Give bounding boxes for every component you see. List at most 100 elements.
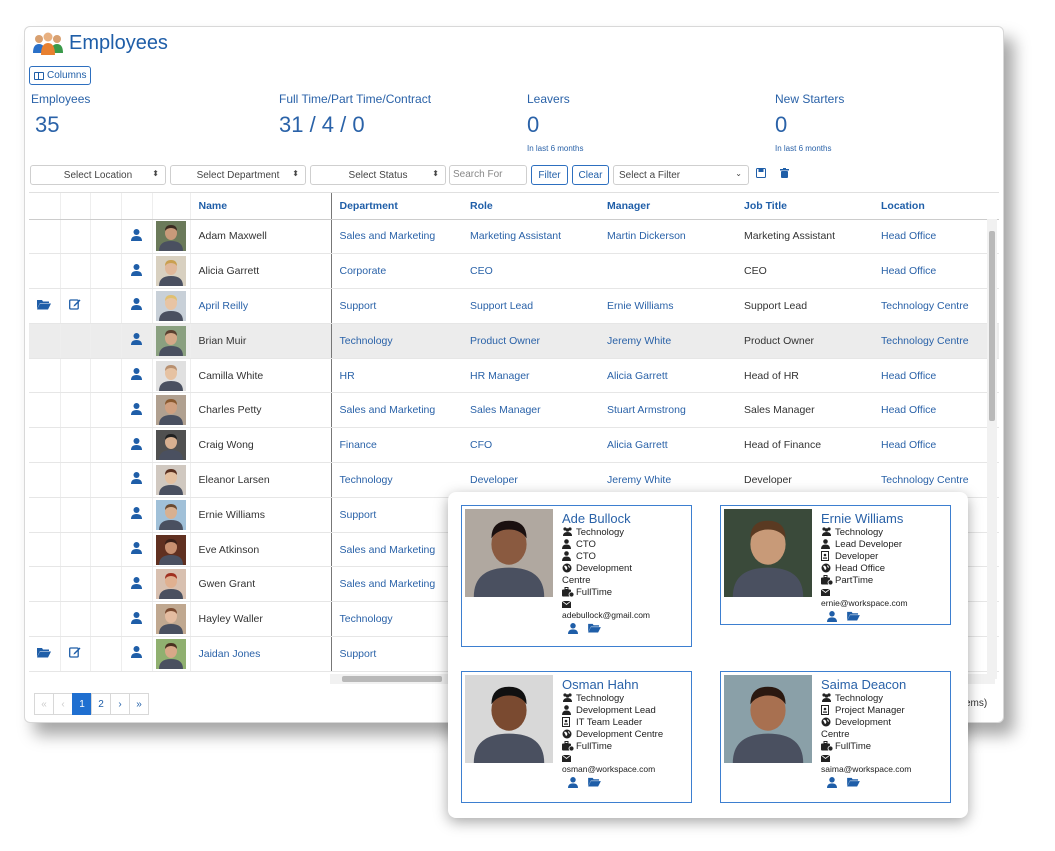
department-link[interactable]: Sales and Marketing bbox=[331, 532, 462, 568]
user-icon[interactable] bbox=[131, 402, 142, 418]
header-name[interactable]: Name bbox=[190, 193, 332, 220]
employee-name[interactable]: Eleanor Larsen bbox=[190, 462, 332, 498]
card-email[interactable]: adebullock@gmail.com bbox=[562, 610, 650, 620]
department-link[interactable]: Sales and Marketing bbox=[331, 219, 462, 255]
columns-button[interactable]: Columns bbox=[29, 66, 92, 85]
card-email[interactable]: saima@workspace.com bbox=[821, 764, 911, 774]
employee-card[interactable]: Ernie Williams Technology Lead Developer De… bbox=[720, 505, 951, 625]
user-icon[interactable] bbox=[568, 623, 578, 637]
scroll-thumb[interactable] bbox=[989, 231, 995, 421]
employee-name[interactable]: Gwen Grant bbox=[190, 566, 332, 603]
role-link[interactable]: CFO bbox=[462, 427, 599, 464]
employee-name[interactable]: Eve Atkinson bbox=[190, 532, 332, 568]
role-link[interactable]: Marketing Assistant bbox=[462, 219, 599, 255]
employee-name[interactable]: Jaidan Jones bbox=[190, 636, 332, 672]
header-job-title[interactable]: Job Title bbox=[736, 193, 873, 220]
employee-name[interactable]: Alicia Garrett bbox=[190, 253, 332, 290]
save-filter-icon[interactable] bbox=[756, 168, 766, 181]
role-link[interactable]: Sales Manager bbox=[462, 392, 599, 429]
role-link[interactable]: CEO bbox=[462, 253, 599, 290]
employee-name[interactable]: Brian Muir bbox=[190, 323, 332, 359]
next-page-button[interactable]: › bbox=[110, 693, 130, 715]
user-icon[interactable] bbox=[131, 507, 142, 522]
department-link[interactable]: Support bbox=[331, 636, 462, 672]
card-name[interactable]: Ernie Williams bbox=[821, 511, 903, 526]
search-input[interactable]: Search For bbox=[449, 165, 527, 185]
edit-icon[interactable] bbox=[69, 647, 81, 661]
manager-link[interactable]: Alicia Garrett bbox=[599, 358, 736, 394]
department-link[interactable]: HR bbox=[331, 358, 462, 394]
department-select[interactable]: Select Department ⬍ bbox=[170, 165, 306, 185]
role-link[interactable]: Support Lead bbox=[462, 288, 599, 324]
manager-link[interactable]: Ernie Williams bbox=[599, 288, 736, 324]
folder-open-icon[interactable] bbox=[588, 623, 601, 637]
header-manager[interactable]: Manager bbox=[599, 193, 736, 220]
role-link[interactable]: Product Owner bbox=[462, 323, 599, 359]
location-link[interactable]: Head Office bbox=[873, 219, 999, 255]
user-icon[interactable] bbox=[131, 298, 142, 313]
folder-open-icon[interactable] bbox=[847, 777, 860, 791]
folder-open-icon[interactable] bbox=[37, 299, 52, 313]
role-link[interactable]: HR Manager bbox=[462, 358, 599, 394]
clear-button[interactable]: Clear bbox=[572, 165, 609, 185]
filter-button[interactable]: Filter bbox=[531, 165, 568, 185]
user-icon[interactable] bbox=[131, 263, 142, 279]
manager-link[interactable]: Stuart Armstrong bbox=[599, 392, 736, 429]
status-select[interactable]: Select Status ⬍ bbox=[310, 165, 446, 185]
manager-link[interactable]: Martin Dickerson bbox=[599, 219, 736, 255]
department-link[interactable]: Corporate bbox=[331, 253, 462, 290]
employee-card[interactable]: Osman Hahn Technology Development Lead IT T… bbox=[461, 671, 692, 803]
card-name[interactable]: Osman Hahn bbox=[562, 677, 639, 692]
user-icon[interactable] bbox=[131, 437, 142, 453]
user-icon[interactable] bbox=[131, 542, 142, 557]
manager-link[interactable]: Alicia Garrett bbox=[599, 427, 736, 464]
card-email[interactable]: osman@workspace.com bbox=[562, 764, 655, 774]
employee-name[interactable]: April Reilly bbox=[190, 288, 332, 324]
last-page-button[interactable]: » bbox=[129, 693, 149, 715]
table-row[interactable]: April Reilly Support Support Lead Ernie Wil… bbox=[29, 288, 999, 324]
user-icon[interactable] bbox=[131, 228, 142, 244]
department-link[interactable]: Technology bbox=[331, 323, 462, 359]
location-link[interactable]: Technology Centre bbox=[873, 288, 999, 324]
employee-name[interactable]: Craig Wong bbox=[190, 427, 332, 464]
employee-name[interactable]: Charles Petty bbox=[190, 392, 332, 429]
employee-card[interactable]: Saima Deacon Technology Project Manager Dev… bbox=[720, 671, 951, 803]
table-row[interactable]: Craig Wong Finance CFO Alicia Garrett Head o… bbox=[29, 427, 999, 464]
user-icon[interactable] bbox=[827, 611, 837, 625]
department-link[interactable]: Technology bbox=[331, 601, 462, 638]
card-name[interactable]: Saima Deacon bbox=[821, 677, 906, 692]
table-row[interactable]: Charles Petty Sales and Marketing Sales Ma… bbox=[29, 392, 999, 429]
department-link[interactable]: Sales and Marketing bbox=[331, 566, 462, 603]
folder-open-icon[interactable] bbox=[847, 611, 860, 625]
prev-page-button[interactable]: ‹ bbox=[53, 693, 73, 715]
employee-name[interactable]: Adam Maxwell bbox=[190, 219, 332, 255]
department-link[interactable]: Support bbox=[331, 288, 462, 324]
folder-open-icon[interactable] bbox=[37, 647, 52, 661]
user-icon[interactable] bbox=[131, 333, 142, 348]
first-page-button[interactable]: « bbox=[34, 693, 54, 715]
table-row[interactable]: Camilla White HR HR Manager Alicia Garrett H… bbox=[29, 358, 999, 394]
user-icon[interactable] bbox=[131, 646, 142, 661]
user-icon[interactable] bbox=[131, 368, 142, 383]
user-icon[interactable] bbox=[131, 472, 142, 487]
card-name[interactable]: Ade Bullock bbox=[562, 511, 631, 526]
table-row[interactable]: Adam Maxwell Sales and Marketing Marketing… bbox=[29, 219, 999, 255]
employee-name[interactable]: Hayley Waller bbox=[190, 601, 332, 638]
header-department[interactable]: Department bbox=[331, 193, 462, 220]
vertical-scrollbar[interactable] bbox=[987, 219, 997, 679]
employee-name[interactable]: Ernie Williams bbox=[190, 497, 332, 533]
edit-icon[interactable] bbox=[69, 299, 81, 313]
user-icon[interactable] bbox=[568, 777, 578, 791]
user-icon[interactable] bbox=[131, 611, 142, 627]
saved-filter-select[interactable]: Select a Filter ⌄ bbox=[613, 165, 749, 185]
header-role[interactable]: Role bbox=[462, 193, 599, 220]
department-link[interactable]: Finance bbox=[331, 427, 462, 464]
user-icon[interactable] bbox=[131, 576, 142, 592]
header-location[interactable]: Location bbox=[873, 193, 999, 220]
department-link[interactable]: Sales and Marketing bbox=[331, 392, 462, 429]
location-link[interactable]: Head Office bbox=[873, 253, 999, 290]
trash-icon[interactable] bbox=[780, 168, 789, 181]
card-email[interactable]: ernie@workspace.com bbox=[821, 598, 908, 608]
employee-card[interactable]: Ade Bullock Technology CTO CTO Development Ce… bbox=[461, 505, 692, 647]
department-link[interactable]: Technology bbox=[331, 462, 462, 498]
